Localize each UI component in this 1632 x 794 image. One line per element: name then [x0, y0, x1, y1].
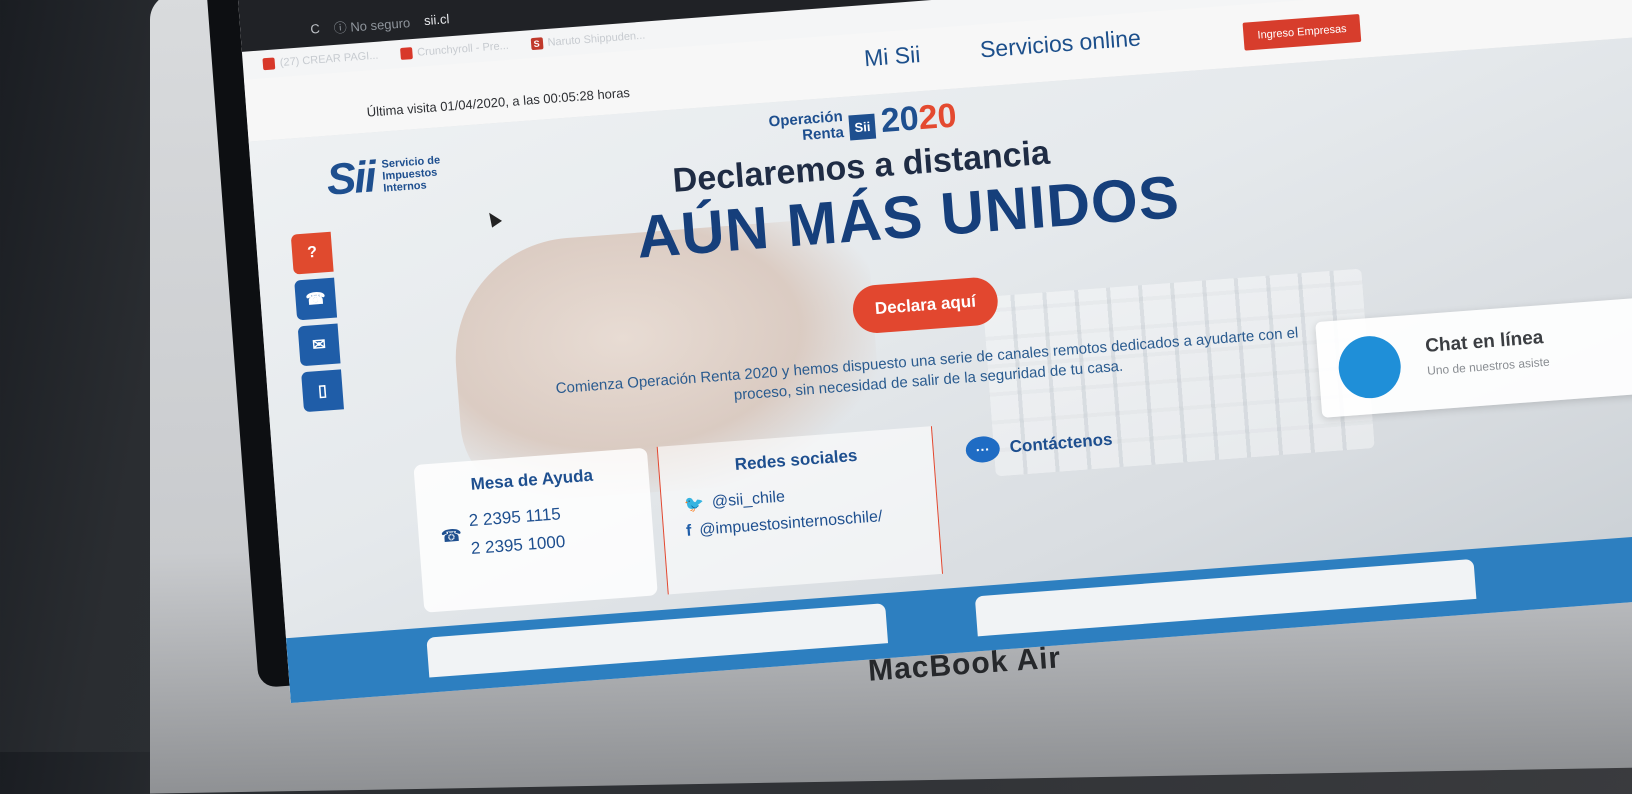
nav-mi-sii[interactable]: Mi Sii	[863, 41, 921, 72]
address-bar[interactable]: C ⓘ No seguro sii.cl	[310, 9, 450, 38]
facebook-icon: f	[685, 522, 693, 540]
last-visit-text: Última visita 01/04/2020, a las 00:05:28…	[366, 84, 631, 120]
url-text[interactable]: sii.cl	[423, 11, 449, 28]
phone-numbers: ☎ 2 2395 1115 2 2395 1000	[439, 499, 632, 561]
phone-icon: ☎	[440, 525, 463, 547]
declara-aqui-button[interactable]: Declara aquí	[851, 275, 1000, 335]
contactenos-card[interactable]: ··· Contáctenos	[942, 411, 1144, 573]
mesa-title: Mesa de Ayuda	[469, 465, 594, 494]
nav-servicios-online[interactable]: Servicios online	[979, 24, 1142, 63]
bookmark-icon	[262, 57, 276, 71]
ingreso-empresas-button[interactable]: Ingreso Empresas	[1242, 13, 1362, 51]
twitter-icon: 🐦	[683, 495, 705, 514]
phone-number[interactable]: 2 2395 1000	[470, 532, 566, 559]
browser-screen: C ⓘ No seguro sii.cl (27) CREAR PAGI... …	[238, 0, 1632, 704]
phone-icon[interactable]: ☎	[294, 277, 338, 321]
chat-bubble-icon: ···	[964, 435, 1001, 464]
logo-text: Servicio de Impuestos Internos	[381, 154, 441, 195]
campaign-sii-badge: Sii	[848, 113, 877, 141]
chat-avatar	[1336, 333, 1403, 401]
mail-icon[interactable]: ✉	[297, 323, 341, 367]
mobile-icon[interactable]: ▯	[301, 369, 344, 413]
bookmark-item[interactable]: S Naruto Shippuden...	[530, 30, 646, 51]
s-icon: S	[530, 37, 544, 51]
operacion-renta-badge: Operación Renta Sii 2020	[768, 96, 958, 147]
logo-mark: Sii	[324, 152, 377, 205]
phone-number[interactable]: 2 2395 1115	[468, 504, 564, 531]
contactenos-link[interactable]: Contáctenos	[1009, 430, 1113, 458]
security-indicator[interactable]: ⓘ No seguro	[333, 12, 411, 37]
chat-subtitle: Uno de nuestros asiste	[1426, 354, 1551, 378]
campaign-label: Operación Renta	[768, 108, 845, 145]
mesa-de-ayuda-card: Mesa de Ayuda ☎ 2 2395 1115 2 2395 1000	[413, 447, 658, 613]
chat-title: Chat en línea	[1424, 327, 1545, 357]
crunchyroll-icon	[399, 47, 413, 61]
top-navigation: Mi Sii Servicios online	[863, 24, 1142, 72]
bookmark-item[interactable]: Crunchyroll - Pre...	[399, 40, 509, 61]
reload-icon[interactable]: C	[310, 21, 320, 37]
sii-logo[interactable]: Sii Servicio de Impuestos Internos	[325, 146, 464, 206]
bookmark-item[interactable]: (27) CREAR PAGI...	[262, 50, 379, 71]
help-icon[interactable]: ?	[290, 231, 334, 275]
side-tabs: ? ☎ ✉ ▯	[290, 231, 344, 413]
redes-title: Redes sociales	[734, 445, 859, 475]
campaign-year: 2020	[879, 96, 958, 141]
redes-sociales-card: Redes sociales 🐦 @sii_chile f @impuestos…	[656, 426, 944, 595]
